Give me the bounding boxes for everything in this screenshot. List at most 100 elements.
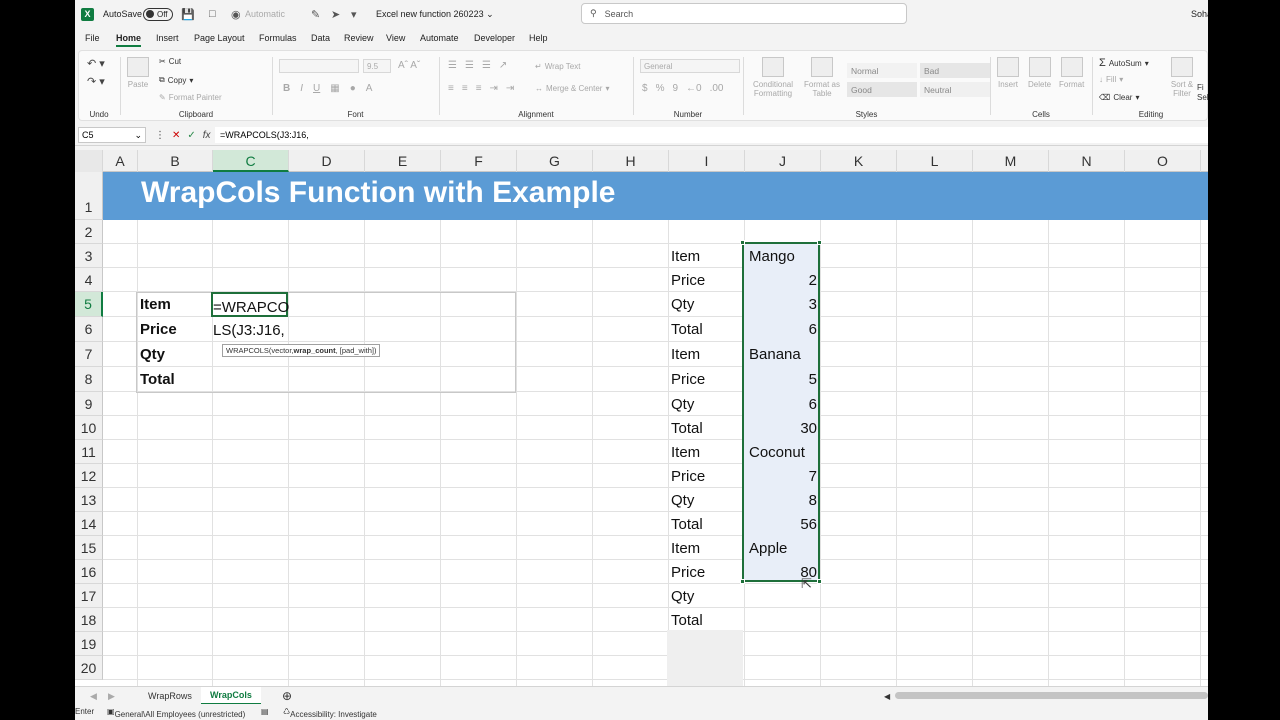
row-header-5[interactable]: 5 xyxy=(75,292,103,317)
style-normal[interactable]: Normal xyxy=(847,63,917,78)
macro-record-icon[interactable]: ▤ xyxy=(261,707,269,716)
row-header-13[interactable]: 13 xyxy=(75,488,103,512)
row-header-20[interactable]: 20 xyxy=(75,656,103,680)
accessibility-status[interactable]: ♺ Accessibility: Investigate xyxy=(283,707,377,719)
tab-page-layout[interactable]: Page Layout xyxy=(194,33,245,43)
tab-review[interactable]: Review xyxy=(344,33,374,43)
font-color-icon[interactable]: A xyxy=(366,83,373,94)
tab-view[interactable]: View xyxy=(386,33,405,43)
font-name-combo[interactable] xyxy=(279,59,359,73)
row-header-14[interactable]: 14 xyxy=(75,512,103,536)
data-value-cell[interactable]: Coconut xyxy=(747,440,821,464)
number-format-combo[interactable]: General xyxy=(640,59,740,73)
tab-insert[interactable]: Insert xyxy=(156,33,179,43)
column-header-f[interactable]: F xyxy=(441,150,517,172)
row-header-19[interactable]: 19 xyxy=(75,632,103,656)
column-header-a[interactable]: A xyxy=(103,150,138,172)
select-button[interactable]: Sel xyxy=(1197,93,1208,102)
wrap-text-button[interactable]: ↵ Wrap Text xyxy=(535,62,580,71)
column-header-b[interactable]: B xyxy=(138,150,213,172)
column-header-l[interactable]: L xyxy=(897,150,973,172)
insert-function-icon[interactable]: fx xyxy=(203,130,211,141)
selection-handle[interactable] xyxy=(740,579,745,584)
row-header-7[interactable]: 7 xyxy=(75,342,103,367)
column-header-e[interactable]: E xyxy=(365,150,441,172)
selection-handle[interactable] xyxy=(740,240,745,245)
vertical-align-icons[interactable]: ☰ ☰ ☰ ↗ xyxy=(448,60,507,71)
data-value-cell[interactable]: 7 xyxy=(747,464,821,488)
data-value-cell[interactable]: 6 xyxy=(747,392,821,416)
border-icon[interactable]: ▦ xyxy=(330,83,339,94)
style-neutral[interactable]: Neutral xyxy=(920,82,990,97)
new-file-icon[interactable]: □ xyxy=(209,0,216,28)
merge-center-button[interactable]: ↔ Merge & Center ▾ xyxy=(535,84,609,93)
format-cells-button[interactable]: Format xyxy=(1059,57,1084,89)
bold-icon[interactable]: B xyxy=(283,83,290,94)
horizontal-align-icons[interactable]: ≡ ≡ ≡ ⇥ ⇥ xyxy=(448,83,514,94)
conditional-formatting-button[interactable]: Conditional Formatting xyxy=(748,57,798,98)
next-sheet-icon[interactable]: ▶ xyxy=(99,687,124,705)
add-sheet-icon[interactable]: ⊕ xyxy=(273,687,301,705)
data-value-cell[interactable]: Banana xyxy=(747,342,821,367)
tooltip-arg-wrap-count[interactable]: wrap_count xyxy=(294,346,336,355)
data-label-cell[interactable]: Price xyxy=(669,268,705,292)
horizontal-scrollbar[interactable] xyxy=(895,692,1208,699)
row-header-12[interactable]: 12 xyxy=(75,464,103,488)
data-label-cell[interactable]: Total xyxy=(669,608,703,632)
data-label-cell[interactable]: Total xyxy=(669,317,703,342)
user-name[interactable]: Soha xyxy=(1191,0,1208,28)
data-label-cell[interactable]: Total xyxy=(669,512,703,536)
customize-qat-icon[interactable]: ▾ xyxy=(351,0,357,28)
clear-button[interactable]: ⌫ Clear ▾ xyxy=(1099,93,1139,102)
format-painter-button[interactable]: ✎ Format Painter xyxy=(159,93,222,102)
column-header-o[interactable]: O xyxy=(1125,150,1201,172)
row-header-18[interactable]: 18 xyxy=(75,608,103,632)
row-header-15[interactable]: 15 xyxy=(75,536,103,560)
row-header-10[interactable]: 10 xyxy=(75,416,103,440)
formula-input[interactable]: =WRAPCOLS(J3:J16, xyxy=(215,127,1208,143)
select-all-corner[interactable] xyxy=(75,150,103,172)
data-label-cell[interactable]: Qty xyxy=(669,584,694,608)
confirm-icon[interactable]: ✓ xyxy=(187,130,195,141)
data-value-cell[interactable]: 2 xyxy=(747,268,821,292)
send-icon[interactable]: ➤ xyxy=(331,0,340,28)
search-box[interactable]: ⚲ Search xyxy=(581,3,907,24)
style-bad[interactable]: Bad xyxy=(920,63,990,78)
data-value-cell[interactable]: 5 xyxy=(747,367,821,392)
fill-button[interactable]: ↓ Fill ▾ xyxy=(1099,75,1123,84)
tab-developer[interactable]: Developer xyxy=(474,33,515,43)
data-value-cell[interactable]: 56 xyxy=(747,512,821,536)
style-good[interactable]: Good xyxy=(847,82,917,97)
grow-font-icon[interactable]: Aˆ Aˇ xyxy=(398,60,420,71)
autosave-toggle[interactable]: Off xyxy=(143,7,173,21)
fill-color-icon[interactable]: ● xyxy=(350,83,356,94)
column-header-g[interactable]: G xyxy=(517,150,593,172)
data-value-cell[interactable]: 6 xyxy=(747,317,821,342)
sensitivity-label[interactable]: ▣ General\All Employees (unrestricted) xyxy=(107,707,245,719)
data-label-cell[interactable]: Item xyxy=(669,440,700,464)
column-header-k[interactable]: K xyxy=(821,150,897,172)
left-label-qty[interactable]: Qty xyxy=(138,342,165,367)
row-header-16[interactable]: 16 xyxy=(75,560,103,584)
font-size-combo[interactable]: 9.5 xyxy=(363,59,391,73)
column-header-h[interactable]: H xyxy=(593,150,669,172)
data-label-cell[interactable]: Total xyxy=(669,416,703,440)
cut-button[interactable]: ✂ Cut xyxy=(159,57,181,66)
save-icon[interactable]: 💾 xyxy=(181,0,195,28)
data-label-cell[interactable]: Qty xyxy=(669,488,694,512)
find-select-button[interactable]: Fi xyxy=(1197,83,1204,92)
tooltip-arg-vector[interactable]: vector, xyxy=(271,346,293,355)
row-header-3[interactable]: 3 xyxy=(75,244,103,268)
redo-icon[interactable]: ↷ ▾ xyxy=(87,75,105,88)
data-value-cell[interactable]: 30 xyxy=(747,416,821,440)
data-label-cell[interactable]: Price xyxy=(669,464,705,488)
row-header-2[interactable]: 2 xyxy=(75,220,103,244)
spreadsheet-grid[interactable]: ABCDEFGHIJKLMNO 1 2 3 4 5 6 7 8 9 10 11 12 13 14 15 16 1… xyxy=(75,150,1208,686)
row-header-6[interactable]: 6 xyxy=(75,317,103,342)
row-header-11[interactable]: 11 xyxy=(75,440,103,464)
column-header-j[interactable]: J xyxy=(745,150,821,172)
data-label-cell[interactable]: Price xyxy=(669,367,705,392)
data-value-cell[interactable]: Apple xyxy=(747,536,821,560)
autosum-button[interactable]: Σ AutoSum ▾ xyxy=(1099,57,1149,69)
column-header-d[interactable]: D xyxy=(289,150,365,172)
